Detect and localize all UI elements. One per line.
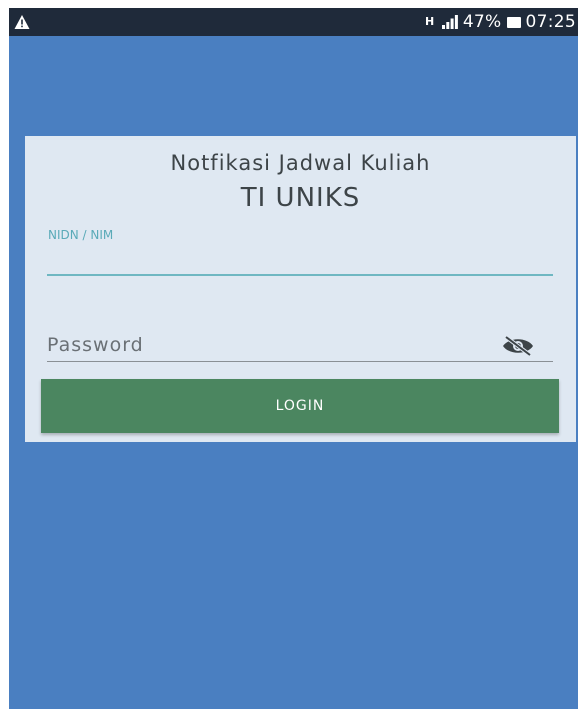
login-card: Notfikasi Jadwal Kuliah TI UNIKS NIDN / …	[25, 136, 576, 442]
nidn-field-label: NIDN / NIM	[48, 228, 114, 242]
status-time: 07:25	[525, 12, 576, 32]
status-indicators: H 47% 07:25	[423, 8, 576, 36]
status-bar: H 47% 07:25	[9, 8, 578, 36]
signal-bars-icon	[441, 15, 458, 29]
battery-percent: 47%	[462, 12, 502, 32]
nidn-input[interactable]	[47, 246, 553, 276]
eye-off-icon[interactable]	[501, 335, 535, 357]
battery-icon	[506, 16, 521, 28]
network-type-icon: H	[425, 15, 435, 28]
password-input[interactable]	[47, 328, 553, 362]
app-title: Notfikasi Jadwal Kuliah	[170, 151, 431, 175]
app-screen: H 47% 07:25 Notfikasi Jadwal Kuliah TI U…	[9, 8, 578, 709]
app-subtitle: TI UNIKS	[240, 183, 361, 213]
login-button[interactable]: LOGIN	[41, 379, 559, 433]
warning-triangle-icon	[14, 15, 30, 29]
